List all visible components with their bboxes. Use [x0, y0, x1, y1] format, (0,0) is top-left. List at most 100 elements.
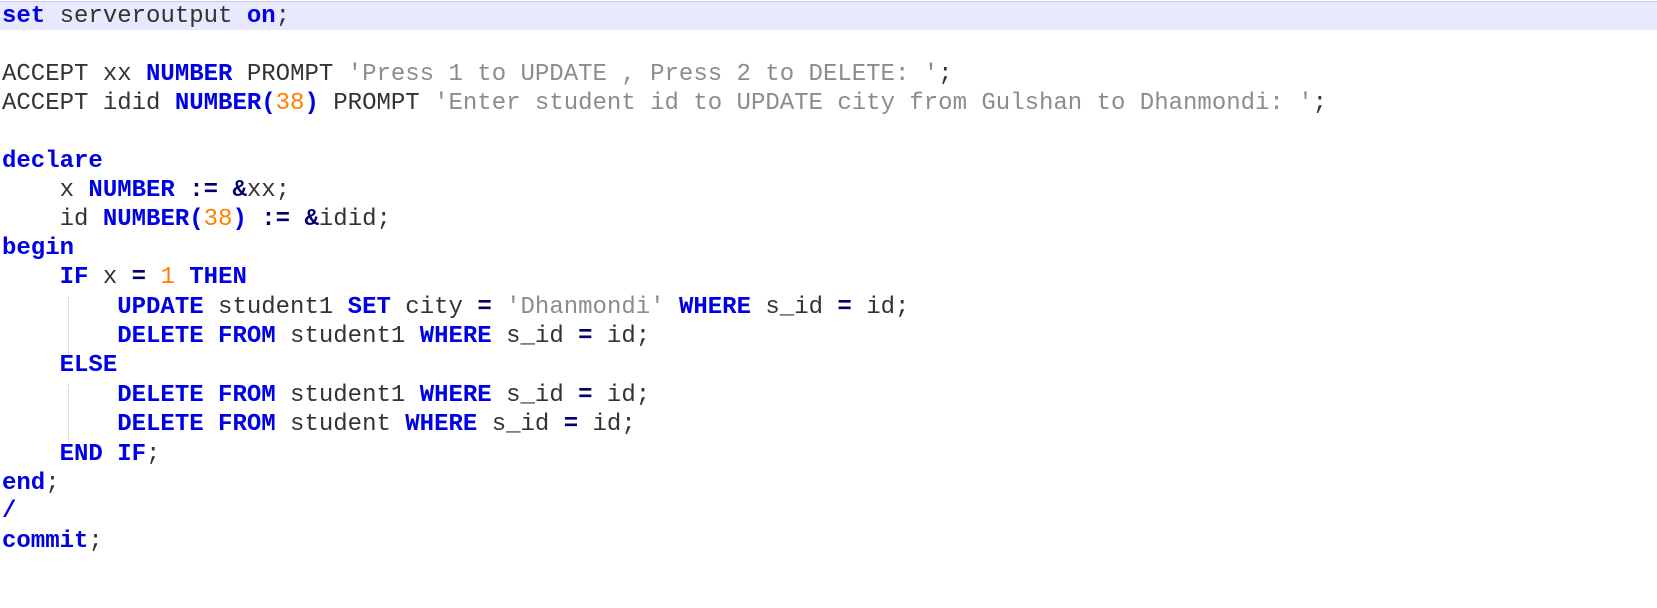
- keyword-token: begin: [2, 235, 75, 262]
- code-line[interactable]: DELETE FROM student1 WHERE s_id = id;: [0, 322, 1657, 351]
- code-line[interactable]: /: [0, 497, 1657, 526]
- keyword-token: ): [304, 90, 319, 117]
- keyword-token: NUMBER(: [174, 90, 276, 117]
- code-line[interactable]: commit;: [0, 527, 1657, 556]
- code-line[interactable]: end;: [0, 469, 1657, 498]
- text-token: ;: [1312, 90, 1328, 117]
- code-line[interactable]: DELETE FROM student WHERE s_id = id;: [0, 410, 1657, 439]
- string-token: 'Press 1 to UPDATE , Press 2 to DELETE: …: [347, 61, 939, 88]
- keyword-token: FROM: [218, 323, 276, 350]
- text-token: id;: [851, 294, 910, 321]
- code-line[interactable]: [0, 118, 1657, 147]
- number-token: 38: [275, 90, 305, 117]
- text-token: serveroutput: [45, 3, 247, 30]
- operator-token: =: [837, 294, 852, 321]
- code-line[interactable]: ACCEPT idid NUMBER(38) PROMPT 'Enter stu…: [0, 89, 1657, 118]
- text-token: student1: [275, 323, 420, 350]
- code-line[interactable]: DELETE FROM student1 WHERE s_id = id;: [0, 381, 1657, 410]
- operator-token: =: [578, 323, 593, 350]
- keyword-token: on: [246, 3, 276, 30]
- text-token: id;: [592, 382, 651, 409]
- number-token: 1: [160, 264, 175, 291]
- code-line[interactable]: begin: [0, 234, 1657, 263]
- text-token: student1: [203, 294, 348, 321]
- code-line-current[interactable]: set serveroutput on;: [0, 1, 1657, 30]
- keyword-token: WHERE: [419, 382, 492, 409]
- operator-token: &: [232, 177, 247, 204]
- code-line[interactable]: ACCEPT xx NUMBER PROMPT 'Press 1 to UPDA…: [0, 60, 1657, 89]
- code-line[interactable]: ELSE: [0, 351, 1657, 380]
- string-token: 'Enter student id to UPDATE city from Gu…: [434, 90, 1313, 117]
- code-line[interactable]: UPDATE student1 SET city = 'Dhanmondi' W…: [0, 293, 1657, 322]
- code-line[interactable]: declare: [0, 147, 1657, 176]
- keyword-token: WHERE: [419, 323, 492, 350]
- code-editor[interactable]: set serveroutput on; ACCEPT xx NUMBER PRO…: [0, 0, 1657, 608]
- text-token: PROMPT: [318, 90, 435, 117]
- text-token: ;: [88, 528, 103, 555]
- text-token: id: [2, 206, 103, 233]
- text-token: student1: [275, 382, 420, 409]
- keyword-token: END: [59, 441, 103, 468]
- keyword-token: SET: [347, 294, 391, 321]
- text-token: PROMPT: [232, 61, 348, 88]
- keyword-token: IF: [117, 441, 147, 468]
- code-line[interactable]: id NUMBER(38) := &idid;: [0, 205, 1657, 234]
- text-token: s_id: [491, 382, 579, 409]
- text-token: x: [2, 177, 89, 204]
- keyword-token: ELSE: [59, 352, 118, 379]
- keyword-token: NUMBER: [146, 61, 233, 88]
- text-token: s_id: [491, 323, 579, 350]
- operator-token: :=: [261, 206, 291, 233]
- keyword-token: NUMBER: [88, 177, 175, 204]
- keyword-token: FROM: [218, 411, 276, 438]
- text-token: id;: [592, 323, 651, 350]
- text-token: idid;: [318, 206, 391, 233]
- keyword-token: WHERE: [678, 294, 751, 321]
- keyword-token: UPDATE: [117, 294, 204, 321]
- text-token: s_id: [750, 294, 838, 321]
- text-token: ;: [275, 3, 291, 30]
- code-line[interactable]: [0, 30, 1657, 59]
- keyword-token: IF: [59, 264, 89, 291]
- code-line[interactable]: END IF;: [0, 440, 1657, 469]
- keyword-token: ): [232, 206, 247, 233]
- text-token: x: [88, 264, 132, 291]
- keyword-token: DELETE: [117, 411, 204, 438]
- keyword-token: DELETE: [117, 382, 204, 409]
- keyword-token: end: [2, 470, 46, 497]
- operator-token: &: [304, 206, 319, 233]
- number-token: 38: [203, 206, 233, 233]
- text-token: ACCEPT xx: [2, 61, 147, 88]
- keyword-token: /: [2, 498, 17, 525]
- keyword-token: declare: [2, 148, 103, 175]
- text-token: student: [275, 411, 406, 438]
- text-token: s_id: [477, 411, 564, 438]
- keyword-token: WHERE: [405, 411, 478, 438]
- code-line[interactable]: x NUMBER := &xx;: [0, 176, 1657, 205]
- keyword-token: commit: [2, 528, 89, 555]
- operator-token: =: [477, 294, 492, 321]
- code-line[interactable]: IF x = 1 THEN: [0, 263, 1657, 292]
- keyword-token: DELETE: [117, 323, 204, 350]
- text-token: id;: [578, 411, 636, 438]
- keyword-token: set: [2, 3, 46, 30]
- keyword-token: NUMBER(: [102, 206, 204, 233]
